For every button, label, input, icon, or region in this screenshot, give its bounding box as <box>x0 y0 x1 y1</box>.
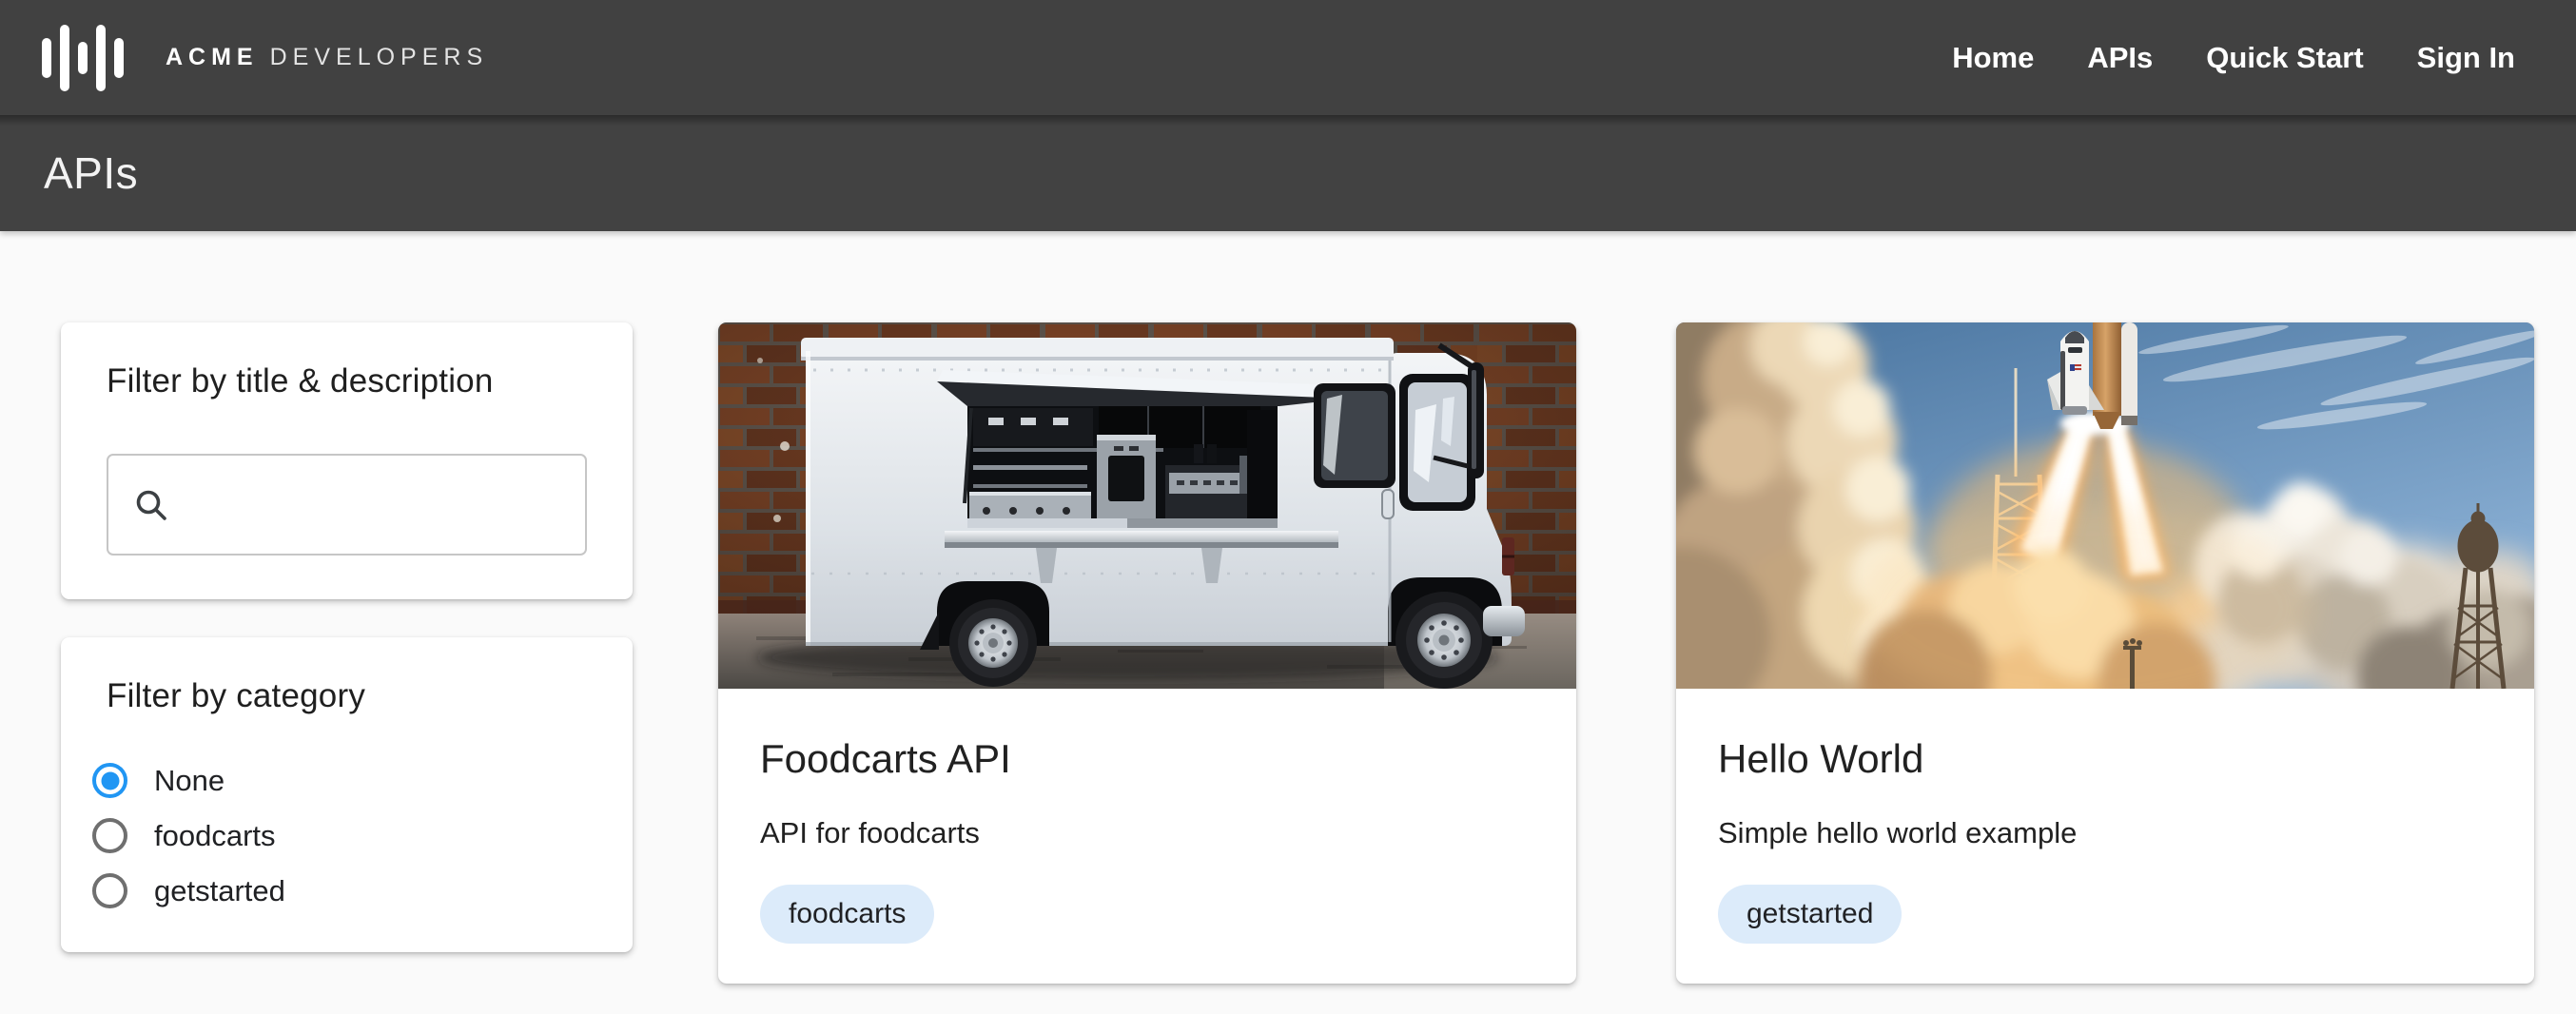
brand-suffix: DEVELOPERS <box>270 44 489 70</box>
card-description: Simple hello world example <box>1718 816 2492 850</box>
brand-text: ACME DEVELOPERS <box>166 44 488 71</box>
radio-option-foodcarts[interactable]: foodcarts <box>92 818 587 853</box>
filter-search-card: Filter by title & description <box>61 322 633 599</box>
nav-item-apis[interactable]: APIs <box>2087 41 2153 75</box>
brand-name: ACME <box>166 44 259 70</box>
radio-label: getstarted <box>154 874 285 908</box>
radio-label: foodcarts <box>154 819 276 853</box>
radio-option-none[interactable]: None <box>92 763 587 798</box>
top-nav: ACME DEVELOPERS Home APIs Quick Start Sig… <box>0 0 2576 115</box>
nav-item-home[interactable]: Home <box>1952 41 2034 75</box>
logo[interactable]: ACME DEVELOPERS <box>42 25 488 91</box>
card-title: Hello World <box>1718 736 2492 782</box>
filters-sidebar: Filter by title & description Filter by … <box>61 322 633 952</box>
filter-search-title: Filter by title & description <box>107 362 587 400</box>
filter-category-card: Filter by category None foodcarts getsta… <box>61 637 633 952</box>
search-box[interactable] <box>107 454 587 556</box>
card-description: API for foodcarts <box>760 816 1534 850</box>
search-input[interactable] <box>192 460 572 549</box>
rocket-launch-illustration <box>1676 322 2534 689</box>
search-icon <box>131 485 171 525</box>
radio-icon[interactable] <box>92 873 127 908</box>
food-truck-illustration <box>718 322 1576 689</box>
api-card-hello-world[interactable]: Hello World Simple hello world example g… <box>1676 322 2534 984</box>
radio-option-getstarted[interactable]: getstarted <box>92 873 587 908</box>
equalizer-logo-icon <box>42 25 124 91</box>
api-card-list: Foodcarts API API for foodcarts foodcart… <box>718 322 2534 984</box>
nav-item-quick-start[interactable]: Quick Start <box>2206 41 2363 75</box>
category-chip[interactable]: foodcarts <box>760 885 934 944</box>
card-body: Hello World Simple hello world example g… <box>1676 689 2534 984</box>
page-title: APIs <box>44 147 138 199</box>
api-card-foodcarts[interactable]: Foodcarts API API for foodcarts foodcart… <box>718 322 1576 984</box>
page-header: APIs <box>0 115 2576 231</box>
radio-icon[interactable] <box>92 818 127 853</box>
filter-category-title: Filter by category <box>107 677 587 715</box>
radio-label: None <box>154 764 224 798</box>
category-chip[interactable]: getstarted <box>1718 885 1902 944</box>
category-radio-group: None foodcarts getstarted <box>92 763 587 908</box>
main-content: Filter by title & description Filter by … <box>0 231 2576 984</box>
nav-links: Home APIs Quick Start Sign In <box>1952 41 2515 75</box>
radio-selected-icon[interactable] <box>92 763 127 798</box>
card-body: Foodcarts API API for foodcarts foodcart… <box>718 689 1576 984</box>
nav-item-sign-in[interactable]: Sign In <box>2417 41 2515 75</box>
card-title: Foodcarts API <box>760 736 1534 782</box>
